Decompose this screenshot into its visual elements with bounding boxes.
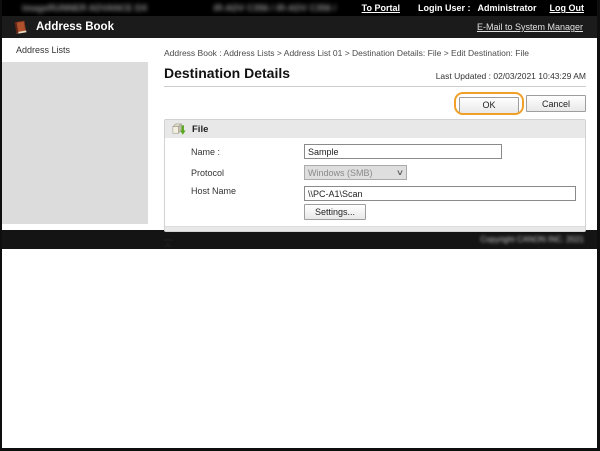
chevron-down-icon: ∨ (395, 168, 405, 177)
file-section-body: Name : Protocol Windows (SMB) ∨ Host Nam… (165, 138, 585, 226)
host-name-input[interactable] (304, 186, 576, 201)
action-buttons: OK Cancel (164, 92, 586, 115)
host-name-label: Host Name (191, 186, 237, 196)
page-title: Destination Details (164, 65, 291, 81)
back-to-top-bar (164, 239, 173, 241)
protocol-field-row: Protocol Windows (SMB) ∨ (191, 165, 577, 180)
app-title: Address Book (36, 21, 114, 33)
sidebar-item-address-lists[interactable]: Address Lists (2, 38, 148, 62)
last-updated: Last Updated : 02/03/2021 10:43:29 AM (435, 71, 586, 81)
name-field-row: Name : (191, 144, 577, 159)
settings-button[interactable]: Settings... (304, 204, 366, 220)
copyright-text-blurred: Copyright CANON INC. 2021 (480, 235, 584, 244)
footer-bar: Copyright CANON INC. 2021 (2, 230, 597, 249)
file-destination-icon (171, 122, 186, 137)
file-section: File Name : Protocol Windows (SMB) ∨ (164, 119, 586, 232)
login-user-name: Administrator (477, 3, 537, 13)
host-name-field-row: Host Name Settings... (191, 186, 577, 220)
to-portal-link[interactable]: To Portal (362, 3, 400, 13)
device-name-blurred: iR-ADV C356 / iR-ADV C356 / (213, 3, 337, 13)
device-model-blurred: imageRUNNER ADVANCE DX (22, 3, 148, 13)
ok-button[interactable]: OK (459, 96, 519, 114)
back-to-top-arrow (164, 242, 172, 247)
title-row: Destination Details Last Updated : 02/03… (164, 65, 586, 87)
section-footer-strip (165, 226, 585, 231)
address-book-icon (12, 19, 29, 36)
main-content: Address Book : Address Lists > Address L… (148, 38, 597, 247)
sidebar: Address Lists (2, 38, 148, 224)
protocol-selected-value: Windows (SMB) (308, 167, 373, 178)
file-section-header: File (165, 120, 585, 138)
cancel-button[interactable]: Cancel (526, 95, 586, 112)
name-label: Name : (191, 146, 221, 157)
top-bar-links: To Portal Login User : Administrator Log… (362, 3, 597, 13)
section-title: File (192, 123, 209, 135)
protocol-select[interactable]: Windows (SMB) ∨ (304, 165, 407, 180)
app-bar: Address Book E-Mail to System Manager (2, 16, 597, 38)
breadcrumb[interactable]: Address Book : Address Lists > Address L… (164, 48, 586, 58)
name-input[interactable] (304, 144, 502, 159)
log-out-link[interactable]: Log Out (550, 3, 585, 13)
protocol-label: Protocol (191, 167, 225, 178)
login-user-label: Login User : (417, 3, 471, 13)
email-to-system-manager-link[interactable]: E-Mail to System Manager (477, 22, 583, 32)
back-to-top-icon[interactable] (164, 239, 174, 247)
page-background (2, 249, 597, 448)
main-body: Address Lists Address Book : Address Lis… (2, 38, 597, 247)
top-bar: imageRUNNER ADVANCE DX iR-ADV C356 / iR-… (2, 0, 597, 16)
remote-ui-window: imageRUNNER ADVANCE DX iR-ADV C356 / iR-… (0, 0, 600, 451)
